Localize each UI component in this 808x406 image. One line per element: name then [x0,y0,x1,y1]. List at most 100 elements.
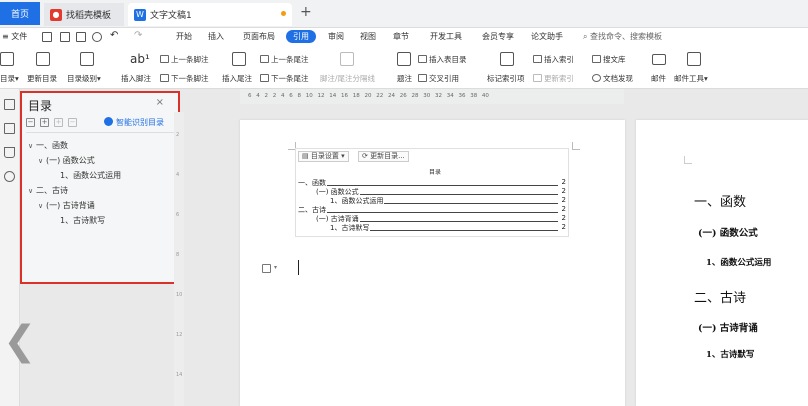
menu-member[interactable]: 会员专享 [482,31,514,42]
toc-line[interactable]: (一) 古诗背诵 2 [316,214,566,224]
heading-1[interactable]: 二、古诗 [694,287,746,306]
toc-line[interactable]: 1、古诗默写 2 [330,223,566,233]
document-page-1[interactable]: ▤ 目录设置 ▾ ⟳ 更新目录... 目录 一、函数 2 (一) 函数公式 2 … [240,120,625,406]
chevron-down-icon[interactable]: ∨ [28,187,36,195]
promote-icon[interactable]: + [54,118,63,127]
print-preview-icon[interactable] [92,32,102,42]
mail-button[interactable]: 邮件 [651,73,666,84]
toc-line[interactable]: 1、函数公式运用 2 [330,196,566,206]
chevron-down-icon[interactable]: ▾ [274,264,277,271]
search-icon[interactable] [4,171,15,182]
ribbon-references: 目录▾ 更新目录 目录级别▾ ab¹ 插入脚注 上一条脚注 下一条脚注 插入尾注… [0,47,808,89]
menu-dev-tools[interactable]: 开发工具 [430,31,462,42]
toc-nav-icon[interactable] [4,99,15,110]
toc-line[interactable]: 一、函数 2 [298,178,566,188]
chevron-down-icon[interactable]: ∨ [38,157,46,165]
update-toc-inline-button[interactable]: ⟳ 更新目录... [358,151,409,162]
prev-endnote-button[interactable]: 上一条尾注 [260,54,309,65]
redo-icon[interactable]: ↷ [134,30,142,41]
chevron-left-icon[interactable]: ❮ [3,318,37,364]
toc-button[interactable]: 目录▾ [0,73,19,84]
tab-home[interactable]: 首页 [0,2,40,25]
insert-footnote-icon[interactable]: ab¹ [130,52,150,66]
mail-tools-button[interactable]: 邮件工具▾ [674,73,708,84]
caption-button[interactable]: 题注 [397,73,412,84]
update-index-button[interactable]: 更新索引 [533,73,574,84]
smart-toc-button[interactable]: 智能识别目录 [104,117,164,128]
find-doc-button[interactable]: 文档发现 [592,73,633,84]
chevron-down-icon[interactable]: ∨ [28,142,36,150]
toc-level-button[interactable]: 目录级别▾ [67,73,101,84]
menu-layout[interactable]: 页面布局 [243,31,275,42]
cross-ref-button[interactable]: 交叉引用 [418,73,459,84]
menu-view[interactable]: 视图 [360,31,376,42]
insert-footnote-button[interactable]: 插入脚注 [121,73,151,84]
toc-item[interactable]: ∨ 一、函数 [28,140,68,151]
search-library-button[interactable]: 搜文库 [592,54,626,65]
toc-level-label: 目录级别 [67,74,97,83]
toc-field[interactable]: ▤ 目录设置 ▾ ⟳ 更新目录... 目录 一、函数 2 (一) 函数公式 2 … [295,148,569,237]
print-icon[interactable] [76,32,86,42]
toc-item[interactable]: 1、古诗默写 [60,215,105,226]
prev-footnote-button[interactable]: 上一条脚注 [160,54,209,65]
search-library-icon [592,55,601,63]
caption-icon[interactable] [397,52,411,66]
toc-item[interactable]: ∨ (一) 函数公式 [38,155,95,166]
menu-paper-assistant[interactable]: 论文助手 [531,31,563,42]
document-page-2[interactable]: 一、函数 (一) 函数公式 1、函数公式运用 二、古诗 (一) 古诗背诵 1、古… [636,120,808,406]
chapter-nav-icon[interactable] [4,123,15,134]
heading-3[interactable]: 1、古诗默写 [706,348,754,360]
collapse-all-icon[interactable]: − [26,118,35,127]
toc-item[interactable]: ∨ (一) 古诗背诵 [38,200,95,211]
demote-icon[interactable]: − [68,118,77,127]
insert-endnote-button[interactable]: 插入尾注 [222,73,252,84]
menu-references[interactable]: 引用 [286,30,316,43]
next-footnote-button[interactable]: 下一条脚注 [160,73,209,84]
mail-tools-icon[interactable] [687,52,701,66]
paragraph-menu-icon[interactable] [262,264,271,273]
toc-line[interactable]: 二、古诗 2 [298,205,566,215]
insert-endnote-icon[interactable] [232,52,246,66]
next-endnote-button[interactable]: 下一条尾注 [260,73,309,84]
toc-icon[interactable] [0,52,14,66]
undo-icon[interactable]: ↶ [110,30,118,41]
mail-icon[interactable] [652,54,666,65]
smart-toc-icon [104,117,113,126]
mark-index-button[interactable]: 标记索引项 [487,73,525,84]
toc-item-label: (一) 古诗背诵 [46,201,95,210]
close-icon[interactable]: × [156,97,164,108]
new-tab-button[interactable]: + [300,4,312,20]
expand-all-icon[interactable]: + [40,118,49,127]
chevron-down-icon[interactable]: ∨ [38,202,46,210]
heading-1[interactable]: 一、函数 [694,191,746,210]
update-toc-button[interactable]: 更新目录 [27,73,57,84]
menu-review[interactable]: 审阅 [328,31,344,42]
heading-2[interactable]: (一) 函数公式 [698,225,758,239]
toc-item[interactable]: ∨ 二、古诗 [28,185,68,196]
heading-3[interactable]: 1、函数公式运用 [706,256,771,268]
horizontal-ruler[interactable]: 6 4 2 2 4 6 8 10 12 14 16 18 20 22 24 26… [240,89,624,104]
tab-template[interactable]: ● 找稻壳模板 [44,3,124,26]
insert-table-toc-button[interactable]: 插入表目录 [418,54,467,65]
menu-section[interactable]: 章节 [393,31,409,42]
toc-item[interactable]: 1、函数公式运用 [60,170,121,181]
smart-toc-label: 智能识别目录 [116,118,164,127]
menu-start[interactable]: 开始 [176,31,192,42]
export-pdf-icon[interactable] [60,32,70,42]
margin-corner [684,156,692,164]
heading-2[interactable]: (一) 古诗背诵 [698,320,758,334]
insert-index-button[interactable]: 插入索引 [533,54,574,65]
toc-line[interactable]: (一) 函数公式 2 [316,187,566,197]
footnote-separator-button[interactable]: 脚注/尾注分隔线 [320,73,375,84]
bookmark-icon[interactable] [4,147,15,158]
toc-settings-button[interactable]: ▤ 目录设置 ▾ [298,151,349,162]
save-icon[interactable] [42,32,52,42]
insert-index-icon [533,55,542,63]
command-search[interactable]: ⌕ 查找命令、搜索模板 [583,31,662,42]
menu-file[interactable]: ≡ 文件 [2,31,27,42]
toc-level-icon[interactable] [80,52,94,66]
tab-document[interactable]: W 文字文稿1 [128,3,292,26]
mark-index-icon[interactable] [500,52,514,66]
update-toc-icon[interactable] [36,52,50,66]
menu-insert[interactable]: 插入 [208,31,224,42]
